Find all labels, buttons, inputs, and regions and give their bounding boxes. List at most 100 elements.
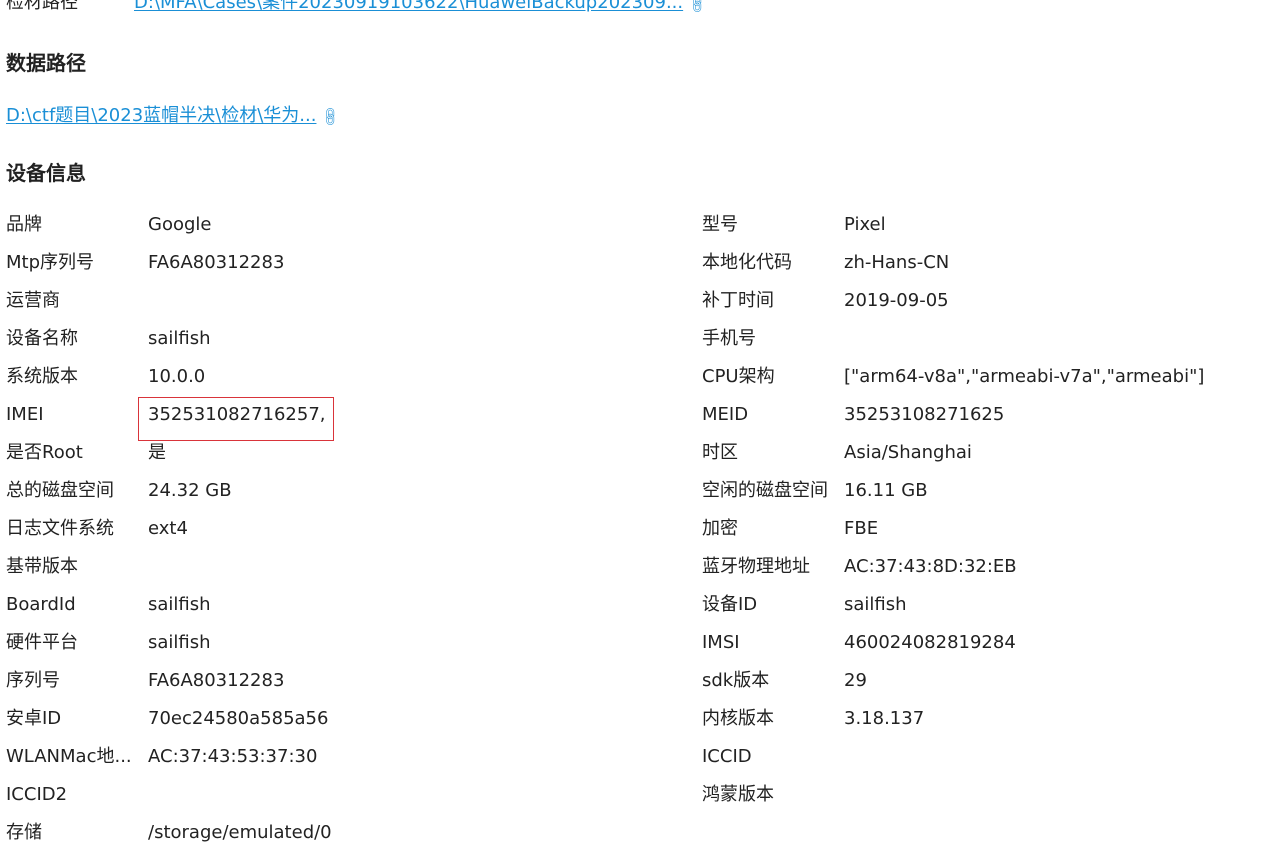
info-row-left-item-3: 设备名称 sailfish xyxy=(6,320,686,358)
info-value: 70ec24580a585a56 xyxy=(148,708,329,729)
info-row-left-iccid2: ICCID2 xyxy=(6,776,686,814)
evidence-path-text: D:\MFA\Cases\案件20230919103622\HuaweiBack… xyxy=(134,0,684,13)
info-row-right-item-9: 蓝牙物理地址 AC:37:43:8D:32:EB xyxy=(702,548,1262,586)
info-label: BoardId xyxy=(6,594,76,615)
info-row-left-item-7: 总的磁盘空间 24.32 GB xyxy=(6,472,686,510)
info-label: 日志文件系统 xyxy=(6,518,114,539)
info-value: 24.32 GB xyxy=(148,480,232,501)
info-label: 手机号 xyxy=(702,328,756,349)
info-value: 3.18.137 xyxy=(844,708,925,729)
info-value: FA6A80312283 xyxy=(148,252,285,273)
info-row-right-imsi: IMSI 460024082819284 xyxy=(702,624,1262,662)
data-path-row: D:\ctf题目\2023蓝帽半决\检材\华为... 🔗︎ xyxy=(6,102,343,130)
info-row-left-id: 安卓ID 70ec24580a585a56 xyxy=(6,700,686,738)
info-value: /storage/emulated/0 xyxy=(148,822,332,843)
info-label: 序列号 xyxy=(6,670,60,691)
info-row-right-item-0: 型号 Pixel xyxy=(702,206,1262,244)
device-info-heading: 设备信息 xyxy=(6,161,86,185)
info-value: 460024082819284 xyxy=(844,632,1016,653)
info-row-right-item-8: 加密 FBE xyxy=(702,510,1262,548)
info-label: IMSI xyxy=(702,632,740,653)
info-row-left-item-0: 品牌 Google xyxy=(6,206,686,244)
info-row-left-item-16: 存储/storage/emulated/0 xyxy=(6,814,686,852)
info-row-left-item-11: 硬件平台 sailfish xyxy=(6,624,686,662)
info-value: sailfish xyxy=(148,594,211,615)
info-row-left-item-9: 基带版本 xyxy=(6,548,686,586)
info-value: AC:37:43:8D:32:EB xyxy=(844,556,1017,577)
info-label: WLANMac地... xyxy=(6,746,132,767)
info-row-right-item-13: 内核版本 3.18.137 xyxy=(702,700,1262,738)
info-value: FBE xyxy=(844,518,879,539)
evidence-path-label: 检材路径 xyxy=(6,0,78,13)
data-path-text: D:\ctf题目\2023蓝帽半决\检材\华为... xyxy=(6,105,317,126)
info-label: sdk版本 xyxy=(702,670,770,691)
info-row-left-root: 是否Root 是 xyxy=(6,434,686,472)
info-label: 硬件平台 xyxy=(6,632,78,653)
info-label: 总的磁盘空间 xyxy=(6,480,114,501)
info-value: 35253108271625 xyxy=(844,404,1005,425)
evidence-path-link[interactable]: D:\MFA\Cases\案件20230919103622\HuaweiBack… xyxy=(134,0,710,16)
data-path-link[interactable]: D:\ctf题目\2023蓝帽半决\检材\华为... 🔗︎ xyxy=(6,105,343,129)
info-label: 型号 xyxy=(702,214,738,235)
info-row-right-item-2: 补丁时间 2019-09-05 xyxy=(702,282,1262,320)
info-value: FA6A80312283 xyxy=(148,670,285,691)
info-label: MEID xyxy=(702,404,749,425)
info-label: 时区 xyxy=(702,442,738,463)
info-label: 内核版本 xyxy=(702,708,774,729)
data-path-heading: 数据路径 xyxy=(6,51,86,75)
info-row-right-id: 设备ID sailfish xyxy=(702,586,1262,624)
info-label: 运营商 xyxy=(6,290,60,311)
info-value: 352531082716257, xyxy=(148,404,326,425)
info-value: AC:37:43:53:37:30 xyxy=(148,746,318,767)
info-label: IMEI xyxy=(6,404,44,425)
info-row-right-meid: MEID 35253108271625 xyxy=(702,396,1262,434)
info-row-right-item-6: 时区 Asia/Shanghai xyxy=(702,434,1262,472)
info-value: ext4 xyxy=(148,518,188,539)
info-label: CPU架构 xyxy=(702,366,775,387)
info-label: 品牌 xyxy=(6,214,42,235)
info-row-left-item-12: 序列号 FA6A80312283 xyxy=(6,662,686,700)
info-value: zh-Hans-CN xyxy=(844,252,950,273)
info-label: ICCID xyxy=(702,746,752,767)
info-row-left-item-8: 日志文件系统 ext4 xyxy=(6,510,686,548)
info-label: 本地化代码 xyxy=(702,252,792,273)
info-label: 蓝牙物理地址 xyxy=(702,556,810,577)
info-label: 设备ID xyxy=(702,594,758,615)
info-row-right-iccid: ICCID xyxy=(702,738,1262,776)
info-value: 29 xyxy=(844,670,867,691)
evidence-path-row: 检材路径 D:\MFA\Cases\案件20230919103622\Huawei… xyxy=(6,0,710,18)
info-label: 是否Root xyxy=(6,442,83,463)
link-icon: 🔗︎ xyxy=(319,105,344,129)
info-label: Mtp序列号 xyxy=(6,252,95,273)
info-value: 2019-09-05 xyxy=(844,290,949,311)
info-row-left-mtp: Mtp序列号 FA6A80312283 xyxy=(6,244,686,282)
info-value: ["arm64-v8a","armeabi-v7a","armeabi"] xyxy=(844,366,1205,387)
info-value: sailfish xyxy=(148,632,211,653)
info-value: Pixel xyxy=(844,214,886,235)
info-value: sailfish xyxy=(844,594,907,615)
info-row-right-item-7: 空闲的磁盘空间 16.11 GB xyxy=(702,472,1262,510)
info-row-left-imei: IMEI 352531082716257, xyxy=(6,396,686,434)
info-label: 存储 xyxy=(6,822,42,843)
info-row-right-cpu: CPU架构 ["arm64-v8a","armeabi-v7a","armeabi… xyxy=(702,358,1262,396)
info-row-right-item-15: 鸿蒙版本 xyxy=(702,776,1262,814)
info-row-left-boardid: BoardId sailfish xyxy=(6,586,686,624)
info-label: 基带版本 xyxy=(6,556,78,577)
info-label: 加密 xyxy=(702,518,738,539)
info-label: 安卓ID xyxy=(6,708,62,729)
info-value: 是 xyxy=(148,442,166,463)
info-value: Asia/Shanghai xyxy=(844,442,972,463)
link-icon: 🔗︎ xyxy=(686,0,710,16)
info-value: 16.11 GB xyxy=(844,480,928,501)
info-label: 设备名称 xyxy=(6,328,78,349)
info-label: ICCID2 xyxy=(6,784,68,805)
info-row-right-item-1: 本地化代码 zh-Hans-CN xyxy=(702,244,1262,282)
info-row-left-item-2: 运营商 xyxy=(6,282,686,320)
info-row-right-item-3: 手机号 xyxy=(702,320,1262,358)
info-row-left-wlanmac: WLANMac地... AC:37:43:53:37:30 xyxy=(6,738,686,776)
info-label: 补丁时间 xyxy=(702,290,774,311)
device-info-page: 检材路径 D:\MFA\Cases\案件20230919103622\Huawei… xyxy=(0,0,1274,853)
info-value: 10.0.0 xyxy=(148,366,206,387)
info-row-left-item-4: 系统版本 10.0.0 xyxy=(6,358,686,396)
info-label: 鸿蒙版本 xyxy=(702,784,774,805)
